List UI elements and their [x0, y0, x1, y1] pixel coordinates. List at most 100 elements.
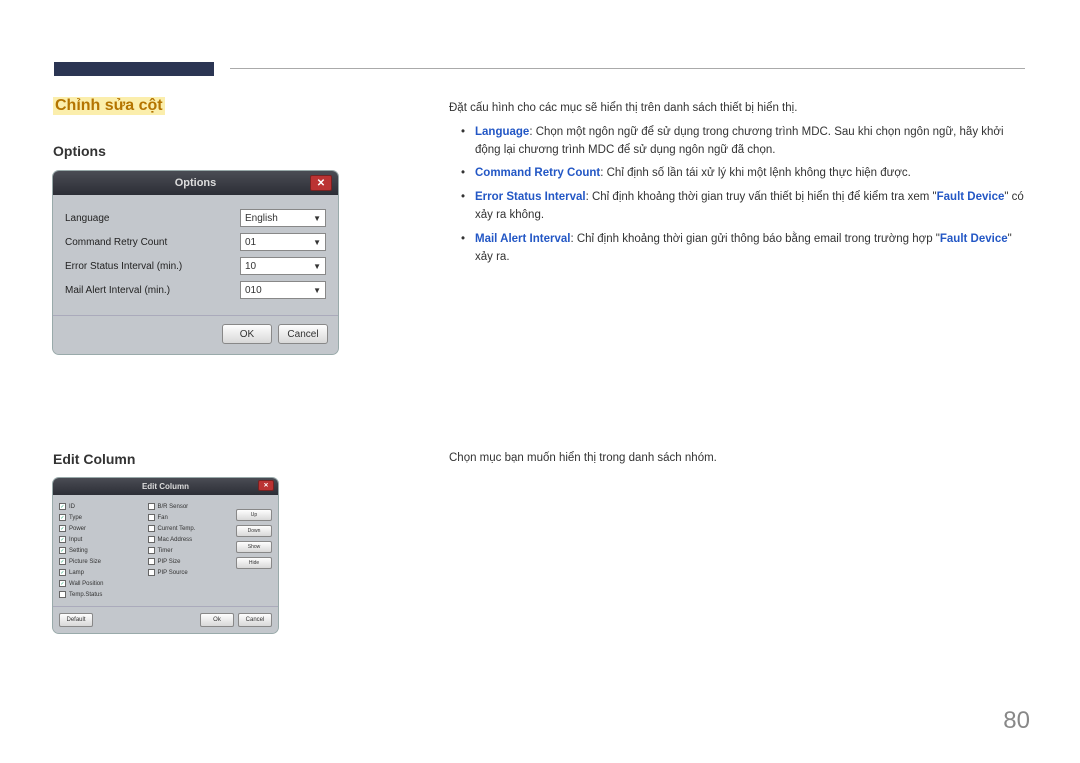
- checkbox-item[interactable]: ✓Input: [59, 536, 142, 543]
- bullet-error: Error Status Interval: Chỉ định khoảng t…: [465, 189, 1024, 225]
- checkbox-label: Picture Size: [69, 559, 101, 565]
- bullet-retry: Command Retry Count: Chỉ định số lần tái…: [465, 165, 1024, 183]
- checkbox-item[interactable]: ✓Wall Position: [59, 580, 142, 587]
- term-fault2: Fault Device: [940, 233, 1008, 245]
- select-value: 010: [245, 285, 262, 296]
- checkbox-label: B/R Sensor: [158, 504, 189, 510]
- chevron-down-icon: ▼: [313, 262, 321, 271]
- checkbox-icon: [148, 514, 155, 521]
- checkbox-item[interactable]: ✓ID: [59, 503, 142, 510]
- checkbox-label: Power: [69, 526, 86, 532]
- options-dialog-title: Options ✕: [53, 171, 338, 195]
- term-error: Error Status Interval: [475, 191, 586, 203]
- checkbox-icon: ✓: [59, 580, 66, 587]
- cancel-button[interactable]: Cancel: [238, 613, 272, 627]
- checkbox-label: Timer: [158, 548, 173, 554]
- checkbox-item[interactable]: PIP Source: [148, 569, 231, 576]
- checkbox-icon: [148, 558, 155, 565]
- desc-language: : Chọn một ngôn ngữ để sử dụng trong chư…: [475, 126, 1004, 156]
- header-accent-bar: [54, 62, 214, 76]
- checkbox-item[interactable]: Timer: [148, 547, 231, 554]
- edit-column-left: ✓ID✓Type✓Power✓Input✓Setting✓Picture Siz…: [59, 503, 142, 598]
- cancel-button[interactable]: Cancel: [278, 324, 328, 344]
- default-button[interactable]: Default: [59, 613, 93, 627]
- ok-button[interactable]: OK: [222, 324, 272, 344]
- header-rule: [230, 68, 1025, 69]
- option-label: Language: [65, 213, 110, 224]
- edit-column-dialog: Edit Column ✕ ✓ID✓Type✓Power✓Input✓Setti…: [53, 478, 278, 633]
- checkbox-label: Mac Address: [158, 537, 193, 543]
- edit-dialog-body: ✓ID✓Type✓Power✓Input✓Setting✓Picture Siz…: [53, 495, 278, 606]
- checkbox-icon: [59, 591, 66, 598]
- checkbox-icon: ✓: [59, 514, 66, 521]
- error-select[interactable]: 10 ▼: [240, 257, 326, 275]
- down-button[interactable]: Down: [236, 525, 272, 537]
- checkbox-label: Lamp: [69, 570, 84, 576]
- checkbox-label: Temp.Status: [69, 592, 102, 598]
- option-row-error: Error Status Interval (min.) 10 ▼: [65, 257, 326, 275]
- checkbox-item[interactable]: PIP Size: [148, 558, 231, 565]
- checkbox-item[interactable]: ✓Power: [59, 525, 142, 532]
- checkbox-icon: ✓: [59, 503, 66, 510]
- section-title: Chỉnh sửa cột: [53, 97, 165, 115]
- checkbox-item[interactable]: B/R Sensor: [148, 503, 231, 510]
- page-number: 80: [1003, 707, 1030, 735]
- checkbox-icon: ✓: [59, 536, 66, 543]
- bullet-mail: Mail Alert Interval: Chỉ định khoảng thờ…: [465, 231, 1024, 267]
- checkbox-icon: [148, 525, 155, 532]
- checkbox-icon: ✓: [59, 558, 66, 565]
- checkbox-item[interactable]: Temp.Status: [59, 591, 142, 598]
- chevron-down-icon: ▼: [313, 286, 321, 295]
- edit-dialog-title-text: Edit Column: [142, 482, 189, 491]
- checkbox-icon: [148, 503, 155, 510]
- option-label: Mail Alert Interval (min.): [65, 285, 170, 296]
- intro-text: Đặt cấu hình cho các mục sẽ hiển thị trê…: [449, 100, 1024, 118]
- checkbox-label: Fan: [158, 515, 168, 521]
- checkbox-icon: ✓: [59, 569, 66, 576]
- option-label: Error Status Interval (min.): [65, 261, 182, 272]
- checkbox-item[interactable]: Current Temp.: [148, 525, 231, 532]
- options-dialog-title-text: Options: [175, 177, 217, 189]
- term-language: Language: [475, 126, 529, 138]
- up-button[interactable]: Up: [236, 509, 272, 521]
- term-retry: Command Retry Count: [475, 167, 600, 179]
- desc-error-mid: : Chỉ định khoảng thời gian truy vấn thi…: [586, 191, 937, 203]
- checkbox-icon: [148, 536, 155, 543]
- options-dialog-footer: OK Cancel: [53, 315, 338, 354]
- ok-button[interactable]: Ok: [200, 613, 234, 627]
- mail-select[interactable]: 010 ▼: [240, 281, 326, 299]
- checkbox-item[interactable]: Mac Address: [148, 536, 231, 543]
- edit-column-right: B/R Sensor Fan Current Temp. Mac Address Tim…: [148, 503, 231, 598]
- option-label: Command Retry Count: [65, 237, 167, 248]
- checkbox-item[interactable]: ✓Type: [59, 514, 142, 521]
- checkbox-label: Setting: [69, 548, 88, 554]
- chevron-down-icon: ▼: [313, 238, 321, 247]
- checkbox-item[interactable]: ✓Setting: [59, 547, 142, 554]
- option-row-mail: Mail Alert Interval (min.) 010 ▼: [65, 281, 326, 299]
- hide-button[interactable]: Hide: [236, 557, 272, 569]
- close-icon[interactable]: ✕: [310, 175, 332, 191]
- edit-dialog-footer: Default Ok Cancel: [53, 606, 278, 633]
- checkbox-label: ID: [69, 504, 75, 510]
- checkbox-item[interactable]: Fan: [148, 514, 231, 521]
- checkbox-item[interactable]: ✓Picture Size: [59, 558, 142, 565]
- bullet-language: Language: Chọn một ngôn ngữ để sử dụng t…: [465, 124, 1024, 160]
- edit-dialog-title: Edit Column ✕: [53, 478, 278, 495]
- language-select[interactable]: English ▼: [240, 209, 326, 227]
- option-row-language: Language English ▼: [65, 209, 326, 227]
- select-value: English: [245, 213, 278, 224]
- chevron-down-icon: ▼: [313, 214, 321, 223]
- show-button[interactable]: Show: [236, 541, 272, 553]
- option-row-retry: Command Retry Count 01 ▼: [65, 233, 326, 251]
- options-dialog-body: Language English ▼ Command Retry Count 0…: [53, 195, 338, 315]
- term-fault1: Fault Device: [937, 191, 1005, 203]
- checkbox-icon: [148, 569, 155, 576]
- options-description: Đặt cấu hình cho các mục sẽ hiển thị trê…: [449, 100, 1024, 273]
- checkbox-icon: ✓: [59, 547, 66, 554]
- retry-select[interactable]: 01 ▼: [240, 233, 326, 251]
- checkbox-label: Type: [69, 515, 82, 521]
- checkbox-label: PIP Size: [158, 559, 181, 565]
- close-icon[interactable]: ✕: [258, 480, 274, 491]
- checkbox-item[interactable]: ✓Lamp: [59, 569, 142, 576]
- checkbox-label: Input: [69, 537, 82, 543]
